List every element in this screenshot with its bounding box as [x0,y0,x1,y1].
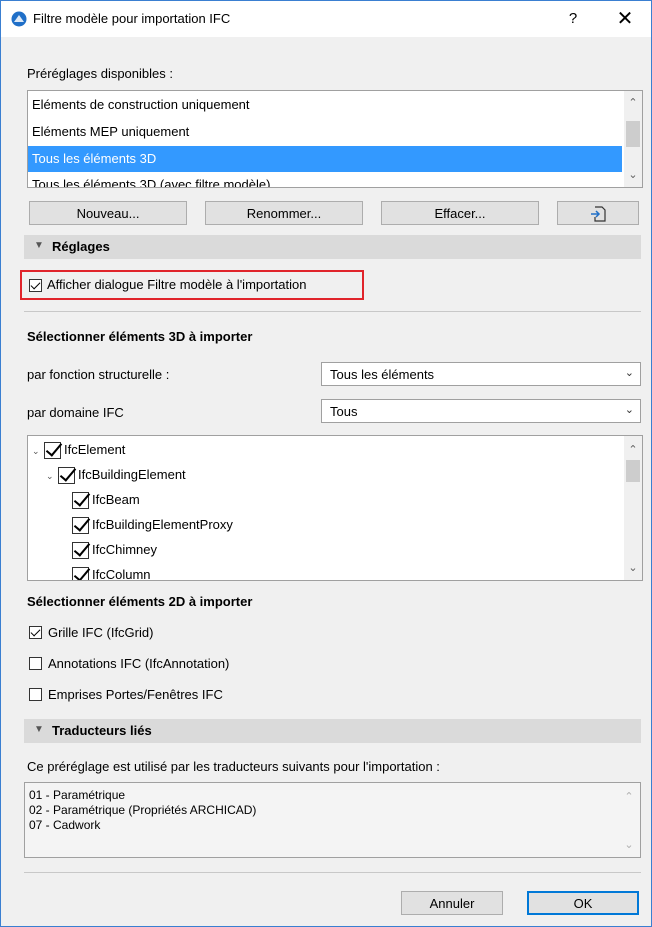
ifc-domain-value: Tous [330,404,358,419]
close-button[interactable]: ✕ [611,5,639,33]
tree-checkbox[interactable] [44,442,61,459]
rename-preset-button[interactable]: Renommer... [205,201,363,225]
scroll-thumb[interactable] [626,460,640,482]
translators-list: 01 - Paramétrique 02 - Paramétrique (Pro… [24,782,641,858]
elements-3d-title: Sélectionner éléments 3D à importer [27,329,253,344]
scroll-up-icon[interactable]: ⌃ [624,95,642,111]
presets-scrollbar[interactable]: ⌃ ⌄ [624,91,642,187]
scroll-up-icon: ⌃ [624,791,634,803]
show-dialog-label: Afficher dialogue Filtre modèle à l'impo… [47,277,307,292]
preset-item[interactable]: Eléments MEP uniquement [28,119,622,145]
import-icon [591,206,606,222]
elements-2d-title: Sélectionner éléments 2D à importer [27,594,253,609]
ifc-element-tree[interactable]: ⌄ IfcElement ⌄ IfcBuildingElement IfcBea… [27,435,643,581]
chevron-down-icon: ⌄ [624,367,634,379]
collapse-triangle-icon: ▼ [34,724,44,735]
delete-preset-button[interactable]: Effacer... [381,201,539,225]
collapse-triangle-icon: ▼ [34,240,44,251]
tree-checkbox[interactable] [72,517,89,534]
preset-item[interactable]: Tous les éléments 3D (avec filtre modèle… [28,172,622,187]
scroll-down-icon: ⌄ [624,839,634,851]
tree-item-ifcbuildingelementproxy[interactable]: IfcBuildingElementProxy [92,515,233,535]
structural-function-select[interactable]: Tous les éléments ⌄ [321,362,641,386]
ifc-domain-label: par domaine IFC [27,405,124,420]
translator-item: 01 - Paramétrique [29,788,126,802]
preset-item-selected[interactable]: Tous les éléments 3D [28,146,622,172]
ifc-openings-label: Emprises Portes/Fenêtres IFC [48,687,223,702]
tree-item-ifcelement[interactable]: IfcElement [64,440,125,460]
ifc-openings-checkbox[interactable] [29,688,42,701]
tree-item-ifcbeam[interactable]: IfcBeam [92,490,140,510]
ok-button[interactable]: OK [527,891,639,915]
tree-checkbox[interactable] [72,542,89,559]
ifc-grid-label: Grille IFC (IfcGrid) [48,625,154,640]
ifc-import-filter-dialog: Filtre modèle pour importation IFC ? ✕ P… [0,0,652,927]
settings-section-title: Réglages [52,239,110,254]
tree-checkbox[interactable] [72,492,89,509]
presets-label: Préréglages disponibles : [27,66,173,81]
expand-caret-icon[interactable]: ⌄ [32,446,40,457]
settings-section-header[interactable]: ▼ Réglages [24,235,641,259]
scroll-thumb[interactable] [626,121,640,147]
cancel-button[interactable]: Annuler [401,891,503,915]
translator-item: 02 - Paramétrique (Propriétés ARCHICAD) [29,803,257,817]
translator-item: 07 - Cadwork [29,818,101,832]
tree-item-ifcbuildingelement[interactable]: IfcBuildingElement [78,465,186,485]
divider [24,872,641,873]
translators-section-title: Traducteurs liés [52,723,152,738]
tree-scrollbar[interactable]: ⌃ ⌄ [624,436,642,580]
scroll-up-icon[interactable]: ⌃ [624,442,642,458]
ifc-annotation-label: Annotations IFC (IfcAnnotation) [48,656,230,671]
scroll-down-icon[interactable]: ⌄ [624,560,642,576]
show-dialog-checkbox[interactable] [29,279,42,292]
tree-item-ifccolumn[interactable]: IfcColumn [92,565,151,580]
translators-section-header[interactable]: ▼ Traducteurs liés [24,719,641,743]
tree-checkbox[interactable] [58,467,75,484]
preset-item[interactable]: Eléments de construction uniquement [28,92,622,118]
title-bar: Filtre modèle pour importation IFC ? ✕ [1,1,651,37]
help-button[interactable]: ? [559,5,587,33]
scroll-down-icon[interactable]: ⌄ [624,167,642,183]
structural-function-label: par fonction structurelle : [27,367,170,382]
ifc-annotation-checkbox[interactable] [29,657,42,670]
window-title: Filtre modèle pour importation IFC [33,11,231,26]
new-preset-button[interactable]: Nouveau... [29,201,187,225]
ifc-grid-checkbox[interactable] [29,626,42,639]
structural-function-value: Tous les éléments [330,367,435,382]
archicad-logo-icon [11,11,27,27]
divider [24,311,641,312]
tree-item-ifcchimney[interactable]: IfcChimney [92,540,157,560]
ifc-domain-select[interactable]: Tous ⌄ [321,399,641,423]
chevron-down-icon: ⌄ [624,404,634,416]
translators-description: Ce préréglage est utilisé par les traduc… [27,759,440,774]
tree-checkbox[interactable] [72,567,89,580]
import-preset-button[interactable] [557,201,639,225]
expand-caret-icon[interactable]: ⌄ [46,471,54,482]
presets-list[interactable]: Eléments de construction uniquement Elém… [27,90,643,188]
